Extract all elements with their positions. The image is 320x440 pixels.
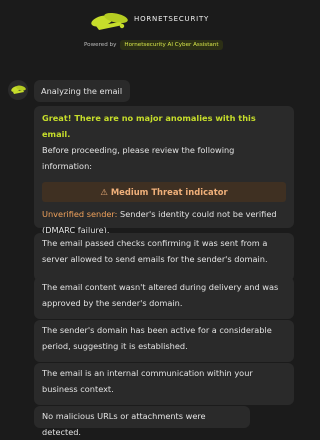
message-point: No malicious URLs or attachments were de…: [34, 406, 250, 437]
headline-text: Great! There are no major anomalies with…: [42, 113, 256, 139]
threat-indicator: ⚠ Medium Threat indicator: [42, 182, 286, 202]
unverified-label: Unverified sender:: [42, 209, 118, 219]
app-header: HORNETSECURITY Powered by Hornetsecurity…: [0, 0, 300, 62]
point-text: The email content wasn't altered during …: [42, 282, 279, 308]
assistant-badge: Hornetsecurity AI Cyber Assistant: [120, 40, 223, 50]
warning-icon: ⚠: [100, 187, 108, 197]
message-point: The email content wasn't altered during …: [34, 277, 294, 319]
point-text: The email is an internal communication w…: [42, 368, 253, 394]
message-summary: Great! There are no major anomalies with…: [34, 106, 294, 235]
brand-name: HORNETSECURITY: [134, 15, 210, 23]
message-point: The sender's domain has been active for …: [34, 320, 294, 362]
message-analyzing: Analyzing the email: [34, 80, 130, 102]
analyzing-text: Analyzing the email: [41, 86, 123, 96]
threat-indicator-label: Medium Threat indicator: [110, 187, 228, 197]
hornet-logo-icon: [90, 10, 130, 34]
hornet-avatar-icon: [8, 80, 28, 100]
powered-by-label: Powered by: [84, 42, 117, 48]
point-text: The sender's domain has been active for …: [42, 325, 272, 351]
message-point: The email passed checks confirming it wa…: [34, 233, 294, 281]
point-text: The email passed checks confirming it wa…: [42, 238, 268, 264]
intro-text: Before proceeding, please review the fol…: [42, 145, 235, 171]
message-point: The email is an internal communication w…: [34, 363, 294, 405]
point-text: No malicious URLs or attachments were de…: [42, 411, 206, 437]
powered-by: Powered by Hornetsecurity AI Cyber Assis…: [84, 40, 223, 50]
